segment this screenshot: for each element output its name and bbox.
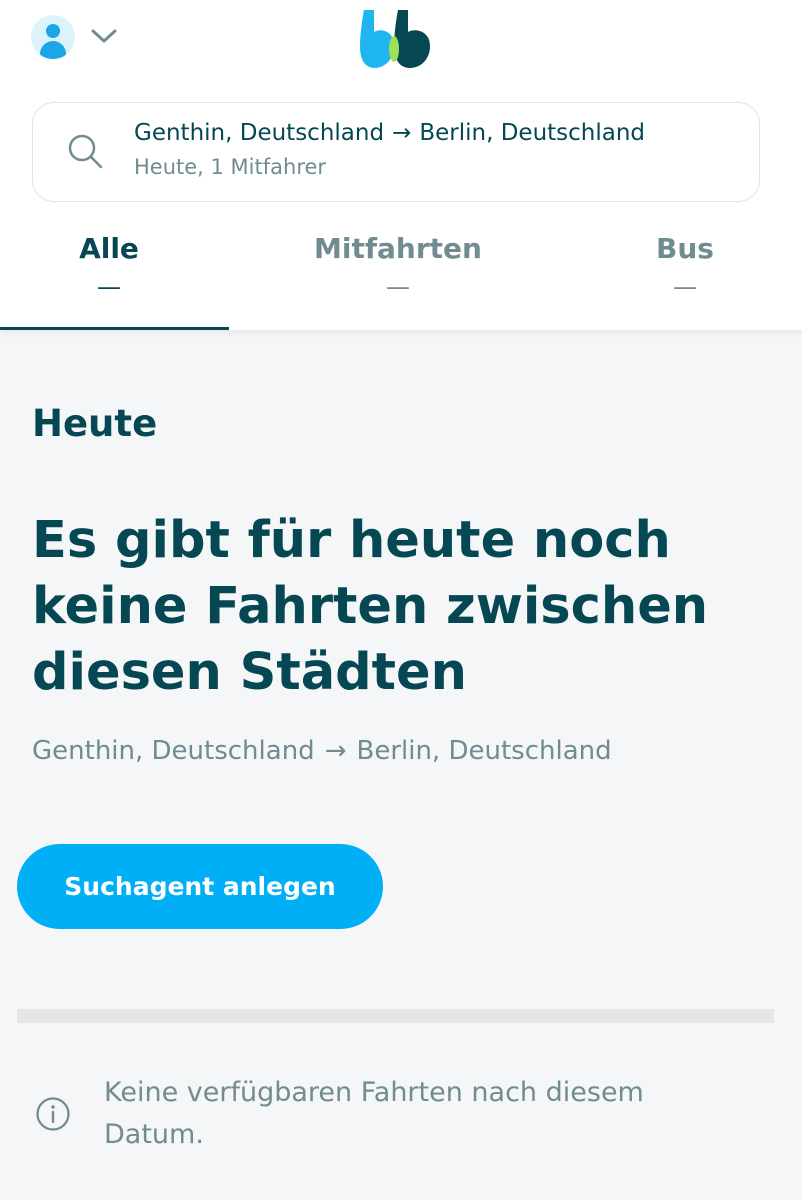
- route-arrow-icon: →: [392, 120, 412, 146]
- tab-mitfahrten-marker: —: [386, 273, 410, 301]
- info-message: Keine verfügbaren Fahrten nach diesem Da…: [104, 1077, 644, 1150]
- result-route-from: Genthin, Deutschland: [32, 736, 315, 766]
- result-route-arrow-icon: →: [324, 736, 347, 766]
- tab-mitfahrten[interactable]: Mitfahrten —: [300, 232, 496, 330]
- tab-all[interactable]: Alle —: [0, 232, 228, 330]
- top-header: Genthin, Deutschland → Berlin, Deutschland…: [0, 0, 802, 330]
- search-route: Genthin, Deutschland → Berlin, Deutschland: [134, 120, 645, 146]
- create-search-alert-button[interactable]: Suchagent anlegen: [17, 844, 383, 929]
- active-tab-indicator: [0, 327, 229, 330]
- tab-all-marker: —: [97, 273, 121, 301]
- tab-mitfahrten-label: Mitfahrten: [314, 232, 482, 265]
- chevron-down-icon[interactable]: [90, 24, 118, 48]
- section-divider: [17, 1009, 774, 1023]
- result-route: Genthin, Deutschland → Berlin, Deutschland: [32, 736, 612, 766]
- search-details: Heute, 1 Mitfahrer: [134, 155, 327, 179]
- tab-bus-marker: —: [673, 273, 697, 301]
- no-rides-message: Es gibt für heute noch keine Fahrten zwi…: [32, 511, 709, 702]
- user-avatar-icon[interactable]: [31, 15, 75, 59]
- blablacar-logo-icon[interactable]: [358, 6, 434, 68]
- day-heading: Heute: [32, 402, 158, 445]
- tab-bus[interactable]: Bus —: [630, 232, 740, 330]
- tab-bus-label: Bus: [656, 232, 714, 265]
- tab-all-label: Alle: [79, 232, 139, 265]
- result-route-to: Berlin, Deutschland: [356, 736, 612, 766]
- search-to: Berlin, Deutschland: [419, 120, 646, 146]
- search-icon: [68, 134, 103, 169]
- search-summary-box[interactable]: Genthin, Deutschland → Berlin, Deutschland…: [32, 102, 760, 202]
- search-from: Genthin, Deutschland: [134, 120, 385, 146]
- info-icon: [36, 1097, 70, 1131]
